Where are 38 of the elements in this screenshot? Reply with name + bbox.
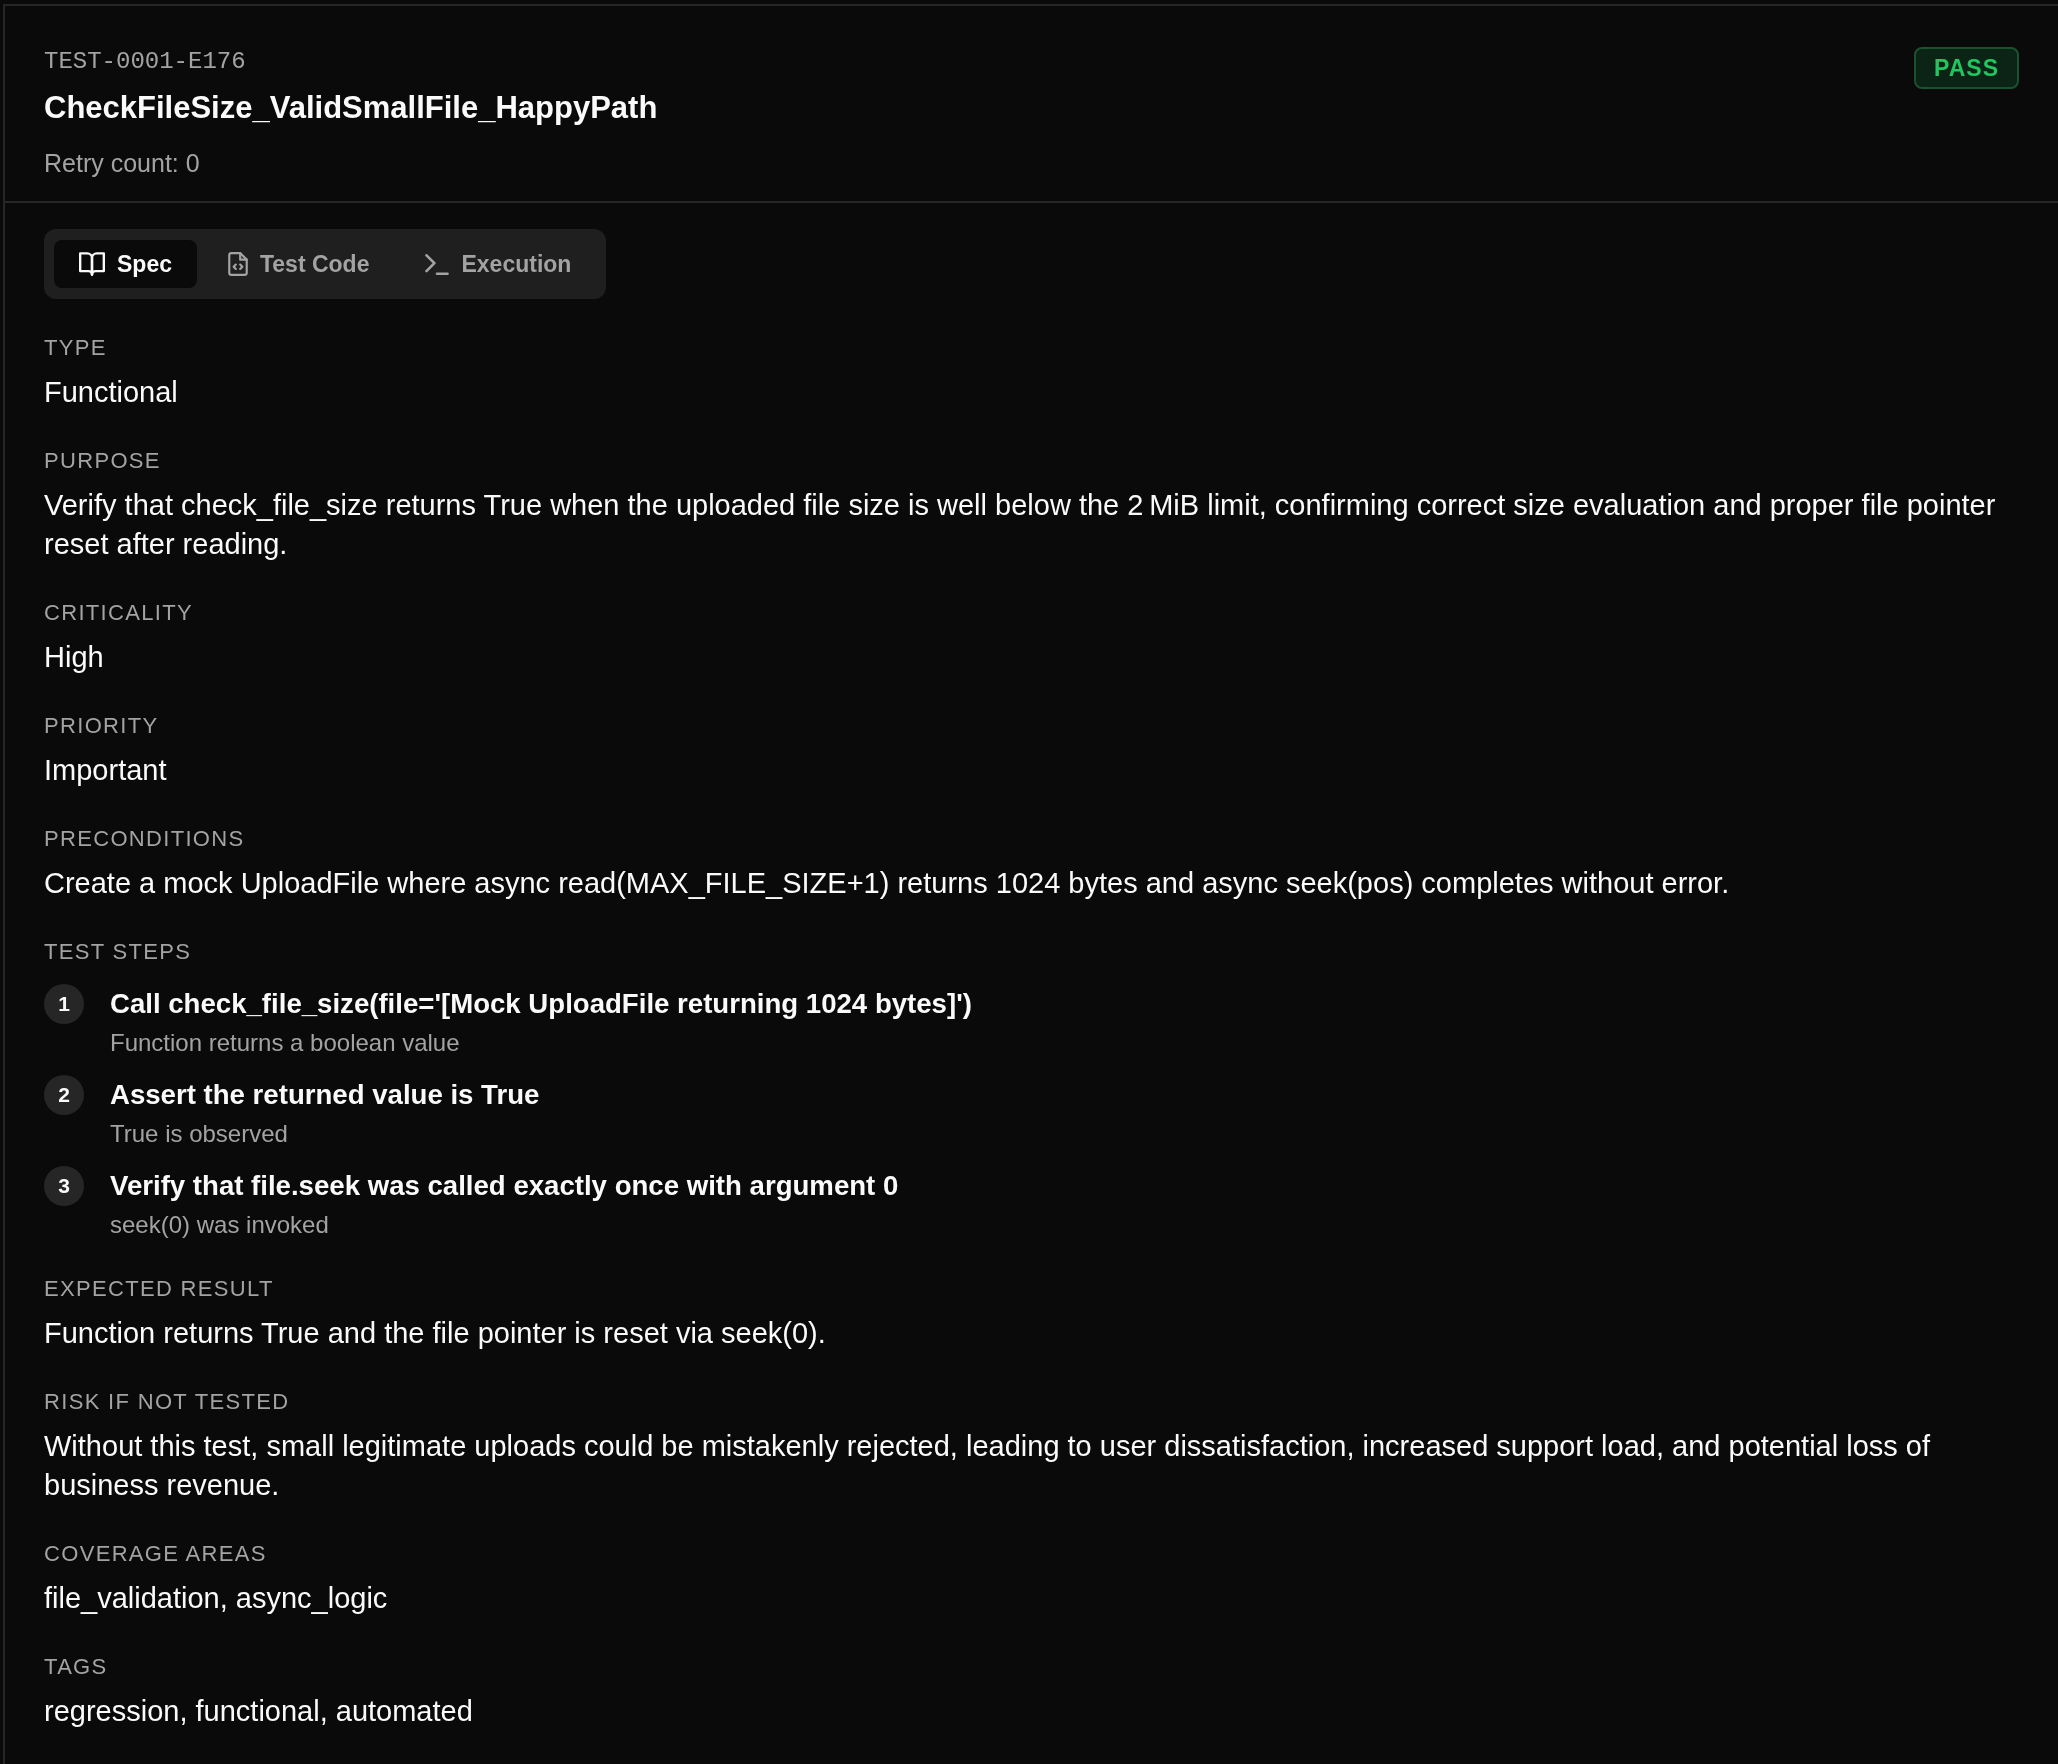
section-value: regression, functional, automated bbox=[44, 1694, 474, 1729]
tab[interactable]: Execution bbox=[400, 240, 597, 288]
section-value: Important bbox=[44, 753, 168, 788]
section-label: PURPOSE bbox=[44, 447, 162, 475]
section-label: CRITICALITY bbox=[44, 599, 194, 627]
test-title: CheckFileSize_ValidSmallFile_HappyPath bbox=[44, 89, 658, 127]
section-label: TAGS bbox=[44, 1653, 109, 1681]
step-number: 3 bbox=[44, 1166, 84, 1206]
step-action: Verify that file.seek was called exactly once with argument 0 bbox=[110, 1169, 899, 1203]
step-expected: seek(0) was invoked bbox=[110, 1210, 329, 1240]
section-label: COVERAGE AREAS bbox=[44, 1540, 268, 1568]
section-value: file_validation, async_logic bbox=[44, 1581, 389, 1616]
section-label: TEST STEPS bbox=[44, 938, 193, 966]
section-value: Create a mock UploadFile where async read(MAX_FILE_SIZE+1) returns 1024 bytes and async seek(pos) completes without error. bbox=[44, 866, 1731, 901]
section-label: RISK IF NOT TESTED bbox=[44, 1388, 291, 1416]
section-label: PRIORITY bbox=[44, 712, 160, 740]
test-id: TEST-0001-E176 bbox=[44, 47, 246, 77]
retry-count: Retry count: 0 bbox=[44, 148, 200, 179]
section-label: TYPE bbox=[44, 334, 108, 362]
status-badge: PASS bbox=[1914, 47, 2019, 89]
step-number: 1 bbox=[44, 984, 84, 1024]
section-value: Functional bbox=[44, 375, 179, 410]
section-label: EXPECTED RESULT bbox=[44, 1275, 275, 1303]
step-expected: True is observed bbox=[110, 1119, 288, 1149]
section-label: PRECONDITIONS bbox=[44, 825, 246, 853]
section-value: Function returns True and the file pointer is reset via seek(0). bbox=[44, 1316, 827, 1351]
step-action: Assert the returned value is True bbox=[110, 1078, 540, 1112]
section-value: Without this test, small legitimate uploads could be mistakenly rejected, leading to user dissatisfaction, increased support load, and potential loss of business revenue. bbox=[44, 1429, 1932, 1503]
terminal-icon bbox=[425, 253, 450, 275]
book-icon bbox=[79, 252, 105, 276]
step-action: Call check_file_size(file='[Mock UploadFile returning 1024 bytes]') bbox=[110, 987, 972, 1021]
file-code-icon bbox=[228, 252, 248, 276]
step-expected: Function returns a boolean value bbox=[110, 1028, 460, 1058]
step-number: 2 bbox=[44, 1075, 84, 1115]
tab[interactable]: Test Code bbox=[203, 240, 395, 288]
section-value: High bbox=[44, 640, 105, 675]
tab[interactable]: Spec bbox=[54, 240, 197, 288]
section-value: Verify that check_file_size returns True when the uploaded file size is well below the 2 MiB limit, confirming correct size evaluation and proper file pointer reset after reading. bbox=[44, 488, 1997, 562]
